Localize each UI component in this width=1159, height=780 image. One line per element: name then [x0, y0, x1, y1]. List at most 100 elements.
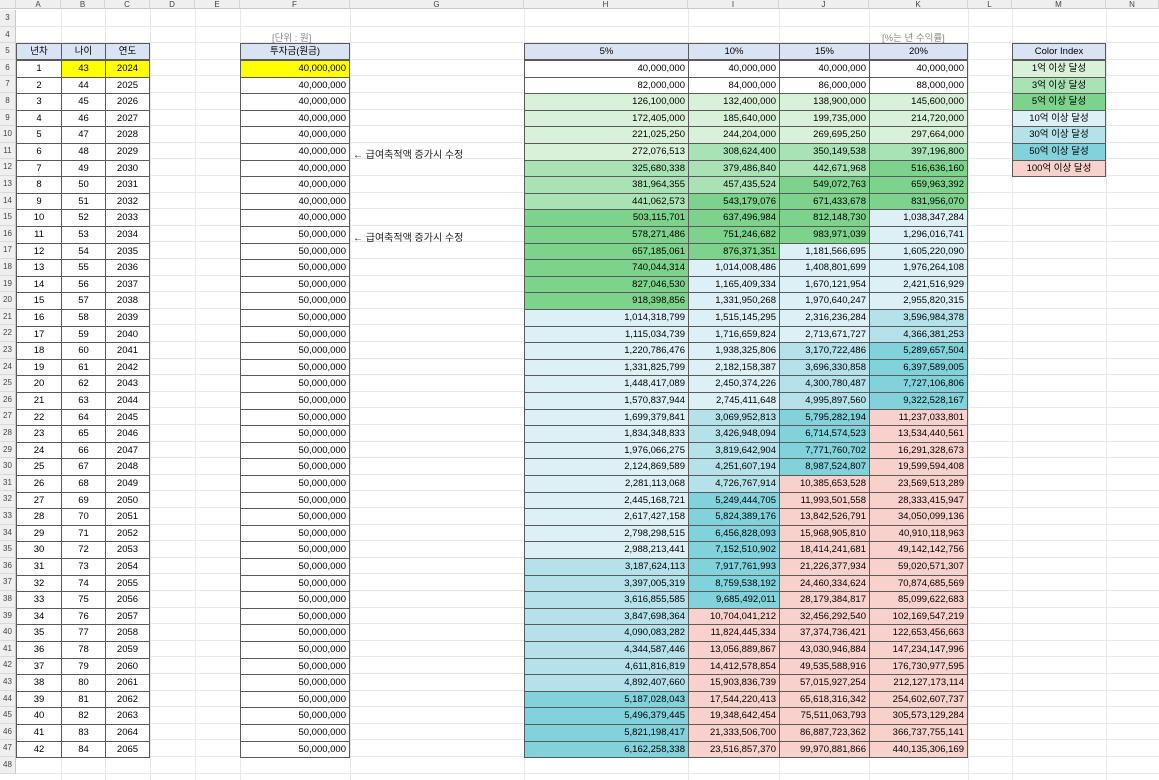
cell-investment[interactable]: 50,000,000: [240, 275, 350, 294]
cell-rate-10[interactable]: 1,515,145,295: [688, 309, 780, 327]
cell-rate-5[interactable]: 2,798,298,515: [524, 524, 689, 543]
cell-rate-10[interactable]: 8,759,538,192: [688, 574, 780, 593]
column-header-e[interactable]: E: [195, 0, 240, 9]
select-all-corner[interactable]: [0, 0, 16, 9]
cell-age[interactable]: 82: [61, 707, 106, 725]
cell-rate-15[interactable]: 1,181,566,695: [779, 242, 870, 261]
cell-year[interactable]: 2064: [105, 724, 150, 742]
cell-investment[interactable]: 50,000,000: [240, 724, 350, 742]
cell-rate-15[interactable]: 6,714,574,523: [779, 425, 870, 443]
row-header[interactable]: 29: [0, 441, 16, 459]
cell-age[interactable]: 66: [61, 441, 106, 460]
cell-rate-5[interactable]: 325,680,338: [524, 159, 689, 178]
cell-rate-20[interactable]: 40,000,000: [869, 60, 968, 78]
cell-year-index[interactable]: 22: [16, 408, 62, 427]
cell-age[interactable]: 62: [61, 375, 106, 393]
legend-item[interactable]: 30억 이상 달성: [1012, 126, 1106, 144]
cell-rate-20[interactable]: 440,135,306,169: [869, 740, 968, 759]
cell-investment[interactable]: 50,000,000: [240, 624, 350, 642]
cell-year-index[interactable]: 9: [16, 192, 62, 211]
cell-year-index[interactable]: 6: [16, 143, 62, 161]
cell-rate-10[interactable]: 21,333,506,700: [688, 724, 780, 742]
cell-age[interactable]: 72: [61, 541, 106, 559]
cell-year[interactable]: 2046: [105, 425, 150, 443]
cell-rate-10[interactable]: 19,348,642,454: [688, 707, 780, 725]
header-investment[interactable]: 투자금(원금): [240, 43, 350, 60]
cell-age[interactable]: 64: [61, 408, 106, 427]
cell-rate-20[interactable]: 88,000,000: [869, 76, 968, 95]
cell-rate-20[interactable]: 59,020,571,307: [869, 558, 968, 576]
cell-rate-20[interactable]: 49,142,142,756: [869, 541, 968, 559]
header-rate-10[interactable]: 10%: [688, 43, 780, 60]
cell-investment[interactable]: 50,000,000: [240, 358, 350, 377]
cell-rate-20[interactable]: 9,322,528,167: [869, 392, 968, 410]
row-header[interactable]: 18: [0, 259, 16, 276]
column-header-f[interactable]: F: [240, 0, 350, 9]
cell-age[interactable]: 49: [61, 159, 106, 178]
cell-rate-15[interactable]: 3,696,330,858: [779, 358, 870, 377]
cell-rate-20[interactable]: 254,602,607,737: [869, 690, 968, 709]
cell-rate-10[interactable]: 1,014,008,486: [688, 259, 780, 277]
cell-year[interactable]: 2057: [105, 607, 150, 626]
cell-rate-10[interactable]: 7,917,761,993: [688, 558, 780, 576]
cell-rate-5[interactable]: 272,076,513: [524, 143, 689, 161]
cell-rate-10[interactable]: 543,179,076: [688, 192, 780, 211]
cell-rate-5[interactable]: 827,046,530: [524, 275, 689, 294]
row-header[interactable]: 25: [0, 375, 16, 392]
cell-age[interactable]: 73: [61, 558, 106, 576]
cell-year[interactable]: 2040: [105, 325, 150, 344]
cell-age[interactable]: 52: [61, 209, 106, 227]
header-rate-20[interactable]: 20%: [869, 43, 968, 60]
cell-rate-20[interactable]: 145,600,000: [869, 93, 968, 111]
cell-rate-10[interactable]: 308,624,400: [688, 143, 780, 161]
cell-year-index[interactable]: 10: [16, 209, 62, 227]
cell-year-index[interactable]: 8: [16, 176, 62, 194]
cell-rate-20[interactable]: 297,664,000: [869, 126, 968, 144]
column-header-n[interactable]: N: [1106, 0, 1159, 9]
cell-year[interactable]: 2041: [105, 342, 150, 360]
row-header[interactable]: 34: [0, 524, 16, 542]
cell-year[interactable]: 2061: [105, 674, 150, 692]
row-header[interactable]: 42: [0, 657, 16, 674]
cell-age[interactable]: 55: [61, 259, 106, 277]
cell-rate-20[interactable]: 28,333,415,947: [869, 491, 968, 510]
cell-year[interactable]: 2032: [105, 192, 150, 211]
legend-item[interactable]: 50억 이상 달성: [1012, 143, 1106, 161]
cell-rate-5[interactable]: 5,496,379,445: [524, 707, 689, 725]
cell-year[interactable]: 2043: [105, 375, 150, 393]
cell-age[interactable]: 59: [61, 325, 106, 344]
cell-rate-5[interactable]: 2,988,213,441: [524, 541, 689, 559]
cell-investment[interactable]: 50,000,000: [240, 242, 350, 261]
cell-rate-15[interactable]: 75,511,063,793: [779, 707, 870, 725]
cell-rate-10[interactable]: 751,246,682: [688, 226, 780, 244]
column-header-h[interactable]: H: [524, 0, 688, 9]
cell-rate-20[interactable]: 516,636,160: [869, 159, 968, 178]
cell-year[interactable]: 2065: [105, 740, 150, 759]
cell-rate-20[interactable]: 34,050,099,136: [869, 508, 968, 526]
row-header[interactable]: 11: [0, 142, 16, 160]
column-header-d[interactable]: D: [150, 0, 195, 9]
cell-rate-15[interactable]: 1,670,121,954: [779, 275, 870, 294]
cell-age[interactable]: 70: [61, 508, 106, 526]
cell-year[interactable]: 2048: [105, 458, 150, 476]
cell-rate-10[interactable]: 1,331,950,268: [688, 292, 780, 310]
cell-year-index[interactable]: 31: [16, 558, 62, 576]
cell-year[interactable]: 2028: [105, 126, 150, 144]
cell-rate-5[interactable]: 740,044,314: [524, 259, 689, 277]
cell-investment[interactable]: 50,000,000: [240, 558, 350, 576]
cell-rate-10[interactable]: 1,716,659,824: [688, 325, 780, 344]
cell-investment[interactable]: 50,000,000: [240, 342, 350, 360]
cell-rate-5[interactable]: 1,331,825,799: [524, 358, 689, 377]
cell-age[interactable]: 51: [61, 192, 106, 211]
cell-year[interactable]: 2054: [105, 558, 150, 576]
cell-year-index[interactable]: 36: [16, 641, 62, 659]
cell-rate-20[interactable]: 831,956,070: [869, 192, 968, 211]
cell-year[interactable]: 2026: [105, 93, 150, 111]
cell-year-index[interactable]: 40: [16, 707, 62, 725]
cell-rate-20[interactable]: 212,127,173,114: [869, 674, 968, 692]
cell-rate-20[interactable]: 305,573,129,284: [869, 707, 968, 725]
row-header[interactable]: 22: [0, 325, 16, 342]
cell-year-index[interactable]: 39: [16, 690, 62, 709]
row-header[interactable]: 14: [0, 192, 16, 210]
cell-rate-5[interactable]: 1,220,786,476: [524, 342, 689, 360]
